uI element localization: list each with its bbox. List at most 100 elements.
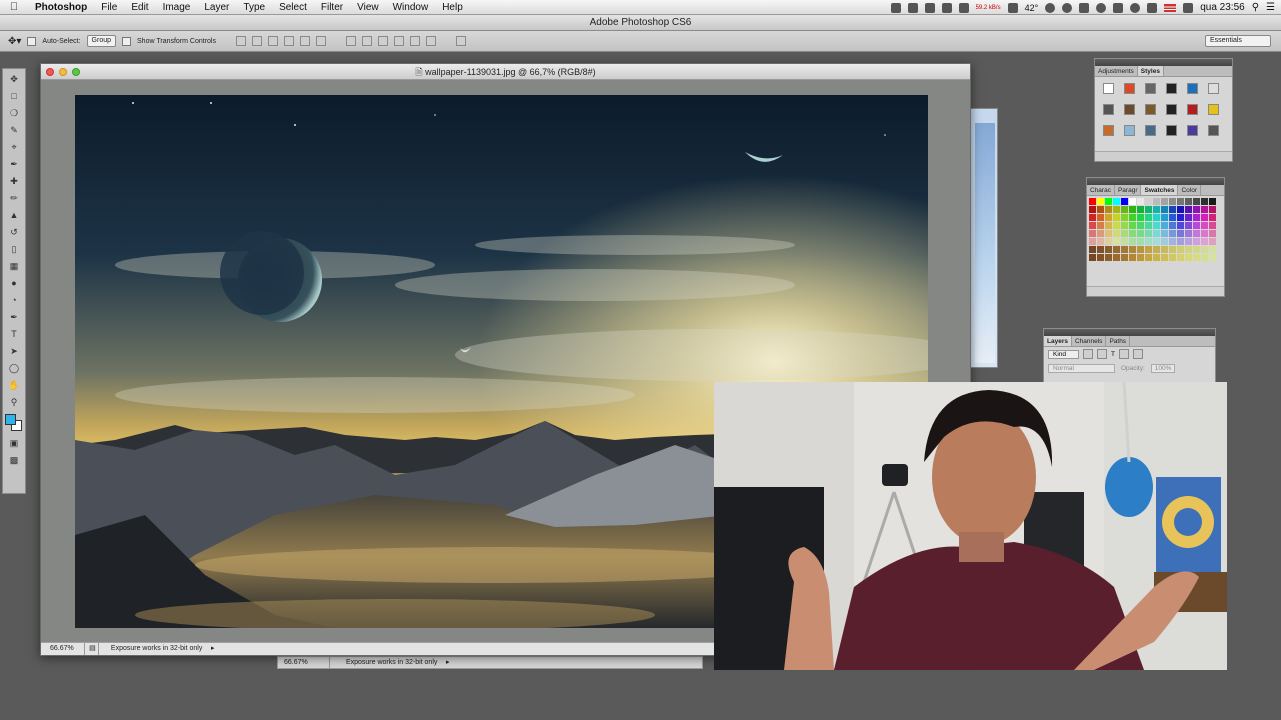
color-swatch[interactable] (1121, 230, 1128, 237)
color-swatch[interactable] (1177, 254, 1184, 261)
distribute-left-button[interactable] (394, 36, 404, 46)
color-swatch[interactable] (1129, 230, 1136, 237)
tab-swatches[interactable]: Swatches (1141, 185, 1179, 195)
status-sync-icon[interactable] (907, 2, 918, 13)
color-swatch[interactable] (1097, 214, 1104, 221)
color-swatch[interactable] (1193, 230, 1200, 237)
filter-type-icon[interactable]: T (1111, 351, 1115, 358)
color-swatch[interactable] (1193, 198, 1200, 205)
color-swatch[interactable] (1161, 230, 1168, 237)
color-swatch[interactable] (1193, 206, 1200, 213)
color-swatch[interactable] (1161, 246, 1168, 253)
color-swatch[interactable] (1113, 238, 1120, 245)
color-swatch[interactable] (1185, 238, 1192, 245)
quick-select-tool-icon[interactable]: ✎ (7, 124, 21, 136)
style-preset-swatch[interactable] (1208, 125, 1219, 136)
menu-app-photoshop[interactable]: Photoshop (28, 2, 94, 13)
color-swatch[interactable] (1105, 230, 1112, 237)
color-swatch[interactable] (1193, 246, 1200, 253)
style-preset-swatch[interactable] (1124, 104, 1135, 115)
align-top-button[interactable] (236, 36, 246, 46)
color-swatch[interactable] (1185, 214, 1192, 221)
status-info-icon[interactable]: ▤ (87, 643, 99, 655)
screen-mode-icon[interactable]: ▩ (7, 454, 21, 466)
color-swatch[interactable] (1161, 198, 1168, 205)
color-swatch[interactable] (1193, 222, 1200, 229)
color-swatch[interactable] (1209, 198, 1216, 205)
color-swatch[interactable] (1177, 206, 1184, 213)
color-swatch[interactable] (1129, 254, 1136, 261)
status-app-icon[interactable] (890, 2, 901, 13)
path-selection-tool-icon[interactable]: ➤ (7, 345, 21, 357)
status-video-icon[interactable] (958, 2, 969, 13)
tab-paragraph[interactable]: Paragr (1115, 185, 1142, 195)
color-swatch[interactable] (1089, 206, 1096, 213)
align-hcenter-button[interactable] (300, 36, 310, 46)
auto-select-checkbox[interactable] (27, 36, 37, 46)
menu-help[interactable]: Help (435, 2, 470, 13)
color-swatch[interactable] (1137, 230, 1144, 237)
status-half-moon-icon-2[interactable] (1062, 2, 1073, 13)
menu-view[interactable]: View (350, 2, 386, 13)
menu-edit[interactable]: Edit (124, 2, 155, 13)
color-swatch[interactable] (1185, 254, 1192, 261)
foreground-color-swatch[interactable] (5, 414, 16, 425)
color-swatch[interactable] (1121, 222, 1128, 229)
color-swatch[interactable] (1113, 214, 1120, 221)
workspace-dropdown[interactable]: Essentials (1205, 35, 1271, 47)
color-swatch[interactable] (1169, 214, 1176, 221)
distribute-bottom-button[interactable] (378, 36, 388, 46)
style-preset-swatch[interactable] (1103, 125, 1114, 136)
align-right-button[interactable] (316, 36, 326, 46)
menu-layer[interactable]: Layer (197, 2, 236, 13)
brush-tool-icon[interactable]: ✏ (7, 192, 21, 204)
distribute-hcenter-button[interactable] (410, 36, 420, 46)
background-document-window[interactable] (970, 108, 998, 368)
color-swatch[interactable] (1089, 254, 1096, 261)
color-swatch[interactable] (1097, 246, 1104, 253)
color-swatch[interactable] (1089, 238, 1096, 245)
color-swatch[interactable] (1121, 238, 1128, 245)
color-swatch[interactable] (1105, 238, 1112, 245)
color-swatch[interactable] (1105, 214, 1112, 221)
color-swatch[interactable] (1201, 222, 1208, 229)
color-swatch[interactable] (1145, 198, 1152, 205)
color-swatch[interactable] (1161, 254, 1168, 261)
tab-styles[interactable]: Styles (1137, 66, 1164, 76)
color-swatch[interactable] (1209, 214, 1216, 221)
show-transform-checkbox[interactable] (122, 36, 132, 46)
tab-layers[interactable]: Layers (1044, 336, 1072, 346)
distribute-right-button[interactable] (426, 36, 436, 46)
color-swatch[interactable] (1201, 198, 1208, 205)
apple-menu-icon[interactable]:  (0, 1, 28, 13)
clock[interactable]: qua 23:56 (1200, 2, 1245, 13)
color-swatch[interactable] (1089, 246, 1096, 253)
move-tool-icon[interactable]: ✥▾ (8, 36, 21, 47)
color-swatch[interactable] (1129, 214, 1136, 221)
filter-smart-object-icon[interactable] (1133, 349, 1143, 359)
color-swatch[interactable] (1209, 222, 1216, 229)
color-swatch[interactable] (1121, 254, 1128, 261)
filter-adjustment-icon[interactable] (1097, 349, 1108, 359)
color-swatch[interactable] (1177, 246, 1184, 253)
layers-panel-header[interactable] (1044, 329, 1215, 336)
style-preset-swatch[interactable] (1145, 83, 1156, 94)
color-swatch[interactable] (1185, 206, 1192, 213)
color-swatch[interactable] (1089, 214, 1096, 221)
menu-type[interactable]: Type (236, 2, 272, 13)
style-preset-swatch[interactable] (1145, 125, 1156, 136)
status-arrow-icon[interactable]: ▸ (211, 643, 215, 655)
style-preset-swatch[interactable] (1166, 125, 1177, 136)
color-swatch[interactable] (1113, 206, 1120, 213)
color-swatch[interactable] (1209, 206, 1216, 213)
color-swatch[interactable] (1161, 238, 1168, 245)
list-icon[interactable]: ☰ (1266, 2, 1275, 13)
color-swatch[interactable] (1153, 230, 1160, 237)
color-swatch[interactable] (1145, 206, 1152, 213)
color-swatch[interactable] (1097, 238, 1104, 245)
status-clip-icon[interactable] (924, 2, 935, 13)
flag-icon[interactable] (1164, 3, 1177, 12)
color-swatch[interactable] (1105, 198, 1112, 205)
distribute-top-button[interactable] (346, 36, 356, 46)
color-swatch[interactable] (1129, 198, 1136, 205)
